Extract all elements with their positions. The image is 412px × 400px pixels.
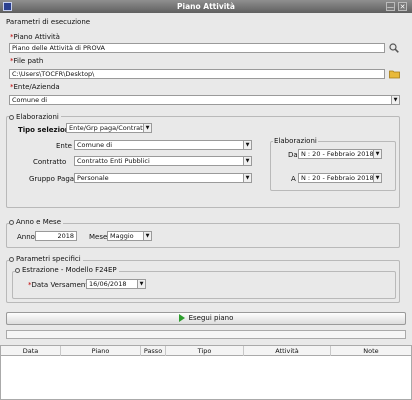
- column-header-piano[interactable]: Piano: [61, 346, 141, 356]
- play-icon: [178, 314, 185, 322]
- ente-azienda-value: Comune di: [12, 96, 48, 104]
- mese-label: Mese: [89, 233, 108, 241]
- chevron-down-icon[interactable]: ▼: [143, 232, 151, 240]
- column-header-passo[interactable]: Passo: [141, 346, 166, 356]
- ente-value: Comune di: [77, 141, 113, 149]
- chevron-down-icon[interactable]: ▼: [243, 157, 251, 165]
- data-versamento-dropdown[interactable]: 16/06/2018 ▼: [86, 279, 146, 289]
- column-header-data[interactable]: Data: [1, 346, 61, 356]
- estrazione-title: Estrazione - Modello F24EP: [15, 266, 119, 274]
- window-title: Piano Attività: [177, 2, 235, 11]
- column-header-attivita[interactable]: Attività: [244, 346, 331, 356]
- contratto-dropdown[interactable]: Contratto Enti Pubblici ▼: [74, 156, 252, 166]
- gruppo-paga-dropdown[interactable]: Personale ▼: [74, 173, 252, 183]
- piano-label: *Piano Attività: [10, 33, 60, 41]
- pin-icon: [9, 256, 14, 262]
- chevron-down-icon[interactable]: ▼: [137, 280, 145, 288]
- activity-table-body: [0, 356, 412, 400]
- ente-azienda-label: *Ente/Azienda: [10, 83, 60, 91]
- chevron-down-icon[interactable]: ▼: [243, 174, 251, 182]
- ente-label: Ente: [56, 142, 72, 150]
- esegui-piano-button[interactable]: Esegui piano: [6, 312, 406, 325]
- close-button[interactable]: ✕: [398, 2, 407, 11]
- a-label: A: [291, 175, 296, 183]
- da-value: N : 20 - Febbraio 2018: [301, 150, 374, 158]
- chevron-down-icon[interactable]: ▼: [373, 150, 381, 158]
- contratto-value: Contratto Enti Pubblici: [77, 157, 150, 165]
- activity-table-header: Data Piano Passo Tipo Attività Note: [0, 345, 412, 356]
- da-dropdown[interactable]: N : 20 - Febbraio 2018 ▼: [298, 149, 382, 159]
- data-versamento-label: *Data Versamento: [28, 281, 93, 289]
- chevron-down-icon[interactable]: ▼: [143, 124, 151, 132]
- chevron-down-icon[interactable]: ▼: [391, 96, 399, 104]
- column-header-note[interactable]: Note: [331, 346, 411, 356]
- section-title-parametri: Parametri di esecuzione: [6, 18, 91, 26]
- a-dropdown[interactable]: N : 20 - Febbraio 2018 ▼: [298, 173, 382, 183]
- ente-dropdown[interactable]: Comune di ▼: [74, 140, 252, 150]
- tipo-selezione-value: Ente/Grp paga/Contratto: [69, 124, 150, 132]
- contratto-label: Contratto: [33, 158, 67, 166]
- piano-field[interactable]: Piano delle Attività di PROVA: [9, 43, 385, 53]
- file-path-field[interactable]: C:\Users\TOCFR\Desktop\: [9, 69, 385, 79]
- mese-value: Maggio: [110, 232, 134, 240]
- title-bar: Piano Attività — ✕: [0, 0, 412, 13]
- esegui-piano-label: Esegui piano: [188, 314, 234, 322]
- chevron-down-icon[interactable]: ▼: [243, 141, 251, 149]
- file-path-label: *File path: [10, 57, 44, 65]
- minimize-button[interactable]: —: [386, 2, 395, 11]
- da-label: Da: [288, 151, 298, 159]
- elaborazioni-range-title: Elaborazioni: [273, 137, 318, 145]
- gruppo-paga-value: Personale: [77, 174, 109, 182]
- tipo-selezione-dropdown[interactable]: Ente/Grp paga/Contratto ▼: [66, 123, 152, 133]
- anno-label: Anno: [17, 233, 35, 241]
- progress-bar: [6, 330, 406, 339]
- column-header-tipo[interactable]: Tipo: [166, 346, 244, 356]
- data-versamento-value: 16/06/2018: [89, 280, 127, 288]
- folder-icon[interactable]: [389, 69, 400, 79]
- mese-dropdown[interactable]: Maggio ▼: [107, 231, 152, 241]
- anno-mese-title: Anno e Mese: [9, 218, 64, 226]
- chevron-down-icon[interactable]: ▼: [373, 174, 381, 182]
- gruppo-paga-label: Gruppo Paga: [29, 175, 75, 183]
- a-value: N : 20 - Febbraio 2018: [301, 174, 374, 182]
- anno-field[interactable]: 2018: [35, 231, 77, 241]
- elaborazioni-title: Elaborazioni: [9, 113, 61, 121]
- pin-icon: [9, 114, 14, 120]
- search-icon[interactable]: [389, 43, 399, 53]
- ente-azienda-dropdown[interactable]: Comune di ▼: [9, 95, 400, 105]
- pin-icon: [9, 219, 14, 225]
- pin-icon: [15, 267, 20, 273]
- parametri-specifici-title: Parametri specifici: [9, 255, 83, 263]
